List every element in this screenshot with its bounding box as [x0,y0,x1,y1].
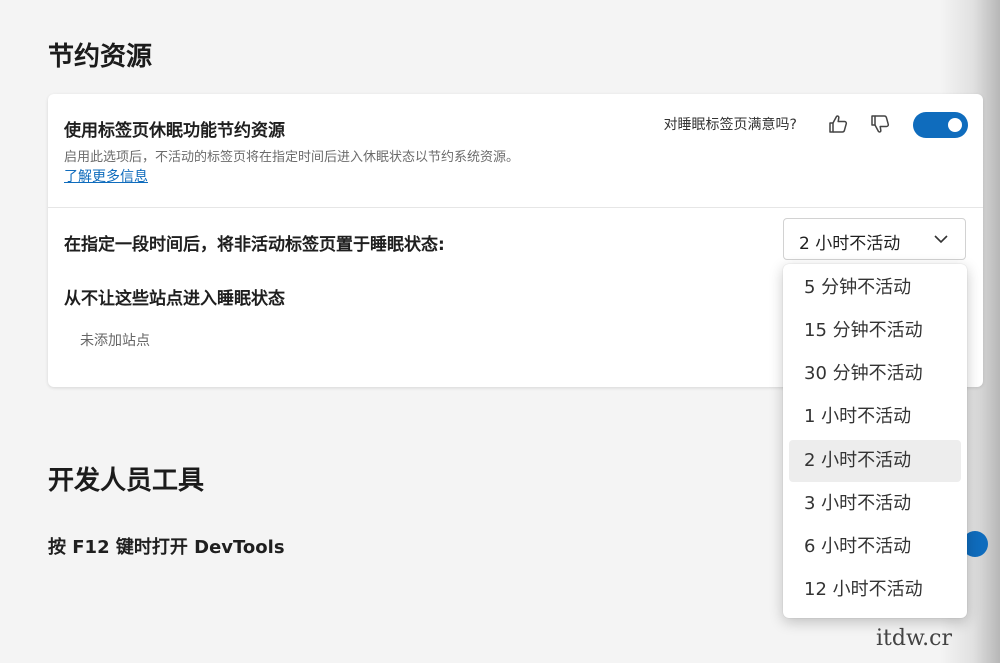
toggle-knob [948,118,962,132]
option-1-hour[interactable]: 1 小时不活动 [789,396,961,438]
option-15-minutes[interactable]: 15 分钟不活动 [789,310,961,352]
chevron-down-icon [933,231,949,251]
never-sleep-title: 从不让这些站点进入睡眠状态 [64,289,285,309]
no-sites-text: 未添加站点 [80,333,150,349]
sleeping-tabs-title: 使用标签页休眠功能节约资源 [64,121,285,141]
option-3-hours[interactable]: 3 小时不活动 [789,483,961,525]
sleeping-tabs-toggle[interactable] [913,112,968,138]
card-divider [48,207,983,208]
learn-more-link[interactable]: 了解更多信息 [64,166,148,186]
thumbs-up-icon[interactable] [824,110,852,138]
sleeping-tabs-description: 启用此选项后，不活动的标签页将在指定时间后进入休眠状态以节约系统资源。 [64,150,520,165]
option-12-hours[interactable]: 12 小时不活动 [789,569,961,611]
devtools-f12-label: 按 F12 键时打开 DevTools [48,537,285,558]
option-2-hours[interactable]: 2 小时不活动 [789,440,961,482]
option-5-minutes[interactable]: 5 分钟不活动 [789,267,961,309]
sleep-after-label: 在指定一段时间后，将非活动标签页置于睡眠状态: [64,235,445,255]
section-title-save-resources: 节约资源 [48,42,153,72]
section-title-developer-tools: 开发人员工具 [48,466,205,496]
sleep-time-dropdown: 5 分钟不活动 15 分钟不活动 30 分钟不活动 1 小时不活动 2 小时不活… [783,264,967,618]
sleep-time-select[interactable]: 2 小时不活动 [783,218,966,260]
thumbs-down-icon[interactable] [866,110,894,138]
select-value: 2 小时不活动 [799,234,901,254]
watermark-text: itdw.cr [876,626,953,651]
feedback-prompt: 对睡眠标签页满意吗? [663,117,797,133]
option-30-minutes[interactable]: 30 分钟不活动 [789,353,961,395]
option-6-hours[interactable]: 6 小时不活动 [789,526,961,568]
